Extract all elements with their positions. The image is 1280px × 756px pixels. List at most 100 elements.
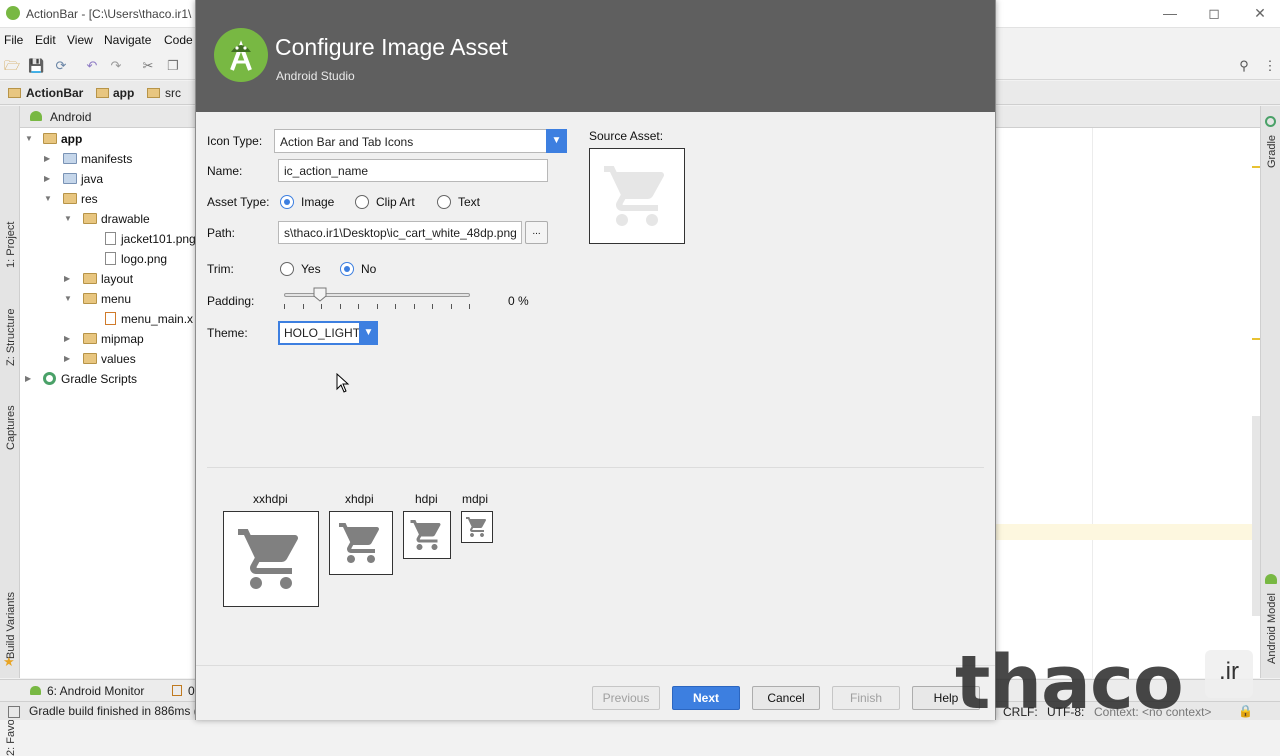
slider-tick xyxy=(451,304,452,309)
density-mdpi-label: mdpi xyxy=(462,492,489,506)
cut-icon[interactable]: ✂ xyxy=(140,58,156,74)
project-view-label[interactable]: Android xyxy=(50,110,91,124)
tree-item-mipmap[interactable]: mipmap xyxy=(101,332,144,346)
tree-item-menu-main[interactable]: menu_main.x xyxy=(121,312,193,326)
star-icon: ★ xyxy=(3,654,15,669)
tree-item-logo[interactable]: logo.png xyxy=(121,252,167,266)
name-label: Name: xyxy=(207,164,243,178)
collapse-arrow-icon[interactable]: ▶ xyxy=(64,334,70,343)
icon-type-value: Action Bar and Tab Icons xyxy=(280,135,414,149)
image-file-icon xyxy=(105,232,116,245)
previous-button[interactable]: Previous xyxy=(592,686,660,710)
tree-item-menu[interactable]: menu xyxy=(101,292,131,306)
menu-edit[interactable]: Edit xyxy=(35,33,56,47)
collapse-arrow-icon[interactable]: ▶ xyxy=(25,374,31,383)
path-label: Path: xyxy=(207,226,236,240)
icon-type-select[interactable]: Action Bar and Tab Icons ▼ xyxy=(274,129,567,153)
menu-file[interactable]: File xyxy=(4,33,23,47)
tab-captures[interactable]: Captures xyxy=(5,405,17,450)
close-icon[interactable]: ✕ xyxy=(1250,5,1270,22)
maximize-icon[interactable]: ◻ xyxy=(1204,5,1224,22)
collapse-arrow-icon[interactable]: ▶ xyxy=(44,154,50,163)
slider-tick xyxy=(321,304,322,309)
tree-item-app[interactable]: app xyxy=(61,132,82,146)
theme-select[interactable]: HOLO_LIGHT ▼ xyxy=(278,321,378,345)
breadcrumb-app[interactable]: app xyxy=(113,86,134,100)
tree-item-layout[interactable]: layout xyxy=(101,272,133,286)
finish-button[interactable]: Finish xyxy=(832,686,900,710)
tree-item-drawable[interactable]: drawable xyxy=(101,212,150,226)
app-icon xyxy=(6,6,20,20)
padding-slider[interactable] xyxy=(284,284,470,312)
next-button[interactable]: Next xyxy=(672,686,740,710)
path-field[interactable]: s\thaco.ir1\Desktop\ic_cart_white_48dp.p… xyxy=(278,221,522,244)
tab-android-monitor[interactable]: 6: Android Monitor xyxy=(47,684,144,698)
radio-trim-no-label[interactable]: No xyxy=(361,262,376,276)
redo-icon[interactable]: ↷ xyxy=(108,58,124,74)
editor-tabs xyxy=(996,106,1260,128)
undo-icon[interactable]: ↶ xyxy=(84,58,100,74)
tab-structure[interactable]: Z: Structure xyxy=(5,309,17,366)
radio-clip-art[interactable] xyxy=(355,195,369,209)
breadcrumb-project[interactable]: ActionBar xyxy=(26,86,83,100)
breadcrumb-folder-icon xyxy=(147,88,160,98)
icon-type-label: Icon Type: xyxy=(207,134,263,148)
project-panel xyxy=(20,106,196,678)
tab-messages[interactable]: 0 xyxy=(188,684,195,698)
minimize-icon[interactable]: — xyxy=(1160,5,1180,21)
menu-navigate[interactable]: Navigate xyxy=(104,33,151,47)
slider-tick xyxy=(377,304,378,309)
expand-arrow-icon[interactable]: ▼ xyxy=(25,134,33,143)
tree-item-java[interactable]: java xyxy=(81,172,103,186)
slider-track xyxy=(284,293,470,297)
menu-code[interactable]: Code xyxy=(164,33,193,47)
tree-item-manifests[interactable]: manifests xyxy=(81,152,132,166)
status-toggle-icon[interactable] xyxy=(8,706,20,718)
expand-arrow-icon[interactable]: ▼ xyxy=(64,294,72,303)
chevron-down-icon[interactable]: ▼ xyxy=(546,129,567,153)
search-icon[interactable]: ⚲ xyxy=(1236,58,1252,74)
more-icon[interactable]: ⋮ xyxy=(1262,58,1278,74)
collapse-arrow-icon[interactable]: ▶ xyxy=(64,274,70,283)
browse-button[interactable]: ... xyxy=(525,221,548,244)
radio-image[interactable] xyxy=(280,195,294,209)
tab-android-model[interactable]: Android Model xyxy=(1266,593,1278,664)
copy-icon[interactable]: ❐ xyxy=(165,58,181,74)
folder-icon xyxy=(63,153,77,164)
editor-area[interactable] xyxy=(996,106,1260,678)
folder-icon xyxy=(63,193,77,204)
tab-build-variants[interactable]: Build Variants xyxy=(5,592,17,659)
radio-trim-yes[interactable] xyxy=(280,262,294,276)
radio-text-label[interactable]: Text xyxy=(458,195,480,209)
open-folder-icon[interactable]: 🗁 xyxy=(4,58,20,74)
expand-arrow-icon[interactable]: ▼ xyxy=(44,194,52,203)
radio-image-label[interactable]: Image xyxy=(301,195,334,209)
tab-project[interactable]: 1: Project xyxy=(5,222,17,268)
menu-view[interactable]: View xyxy=(67,33,93,47)
radio-text[interactable] xyxy=(437,195,451,209)
tab-gradle[interactable]: Gradle xyxy=(1266,135,1278,168)
tree-item-jacket[interactable]: jacket101.png xyxy=(121,232,196,246)
collapse-arrow-icon[interactable]: ▶ xyxy=(64,354,70,363)
tree-item-gradle-scripts[interactable]: Gradle Scripts xyxy=(61,372,137,386)
dialog-title: Configure Image Asset xyxy=(275,34,508,60)
theme-label: Theme: xyxy=(207,326,248,340)
name-field[interactable]: ic_action_name xyxy=(278,159,548,182)
tree-item-values[interactable]: values xyxy=(101,352,136,366)
android-studio-logo xyxy=(214,28,268,82)
cart-icon xyxy=(238,529,299,589)
expand-arrow-icon[interactable]: ▼ xyxy=(64,214,72,223)
chevron-down-icon[interactable]: ▼ xyxy=(359,321,378,345)
radio-trim-yes-label[interactable]: Yes xyxy=(301,262,321,276)
collapse-arrow-icon[interactable]: ▶ xyxy=(44,174,50,183)
preview-xhdpi xyxy=(329,511,393,575)
slider-thumb[interactable] xyxy=(313,287,327,302)
cancel-button[interactable]: Cancel xyxy=(752,686,820,710)
folder-icon xyxy=(63,173,77,184)
radio-clip-art-label[interactable]: Clip Art xyxy=(376,195,415,209)
tree-item-res[interactable]: res xyxy=(81,192,98,206)
save-icon[interactable]: 💾 xyxy=(28,58,44,74)
sync-icon[interactable]: ⟳ xyxy=(53,58,69,74)
radio-trim-no[interactable] xyxy=(340,262,354,276)
breadcrumb-src[interactable]: src xyxy=(165,86,181,100)
